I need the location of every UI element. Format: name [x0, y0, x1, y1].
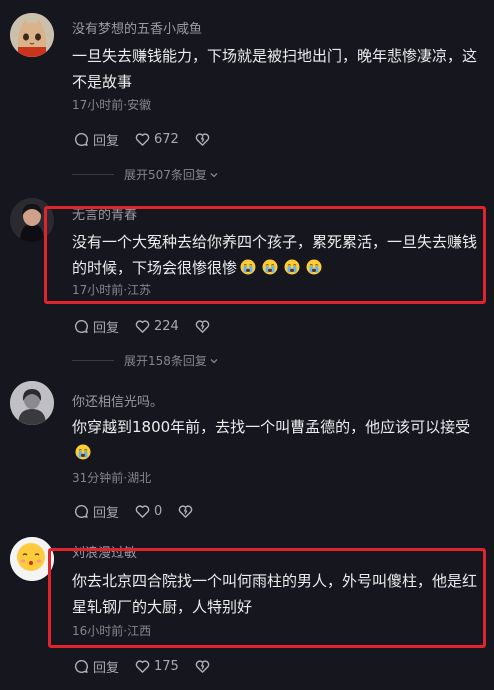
reply-label: 回复 [93, 321, 120, 336]
comment-text: 没有一个大冤种去给你养四个孩子，累死累活，一旦失去赚钱的时候，下场会很惨很惨 [72, 229, 482, 281]
person-avatar-icon [10, 381, 54, 425]
crying-face-icon [75, 444, 91, 460]
like-count: 672 [154, 132, 179, 147]
chevron-down-icon [209, 356, 219, 366]
reply-icon [74, 319, 89, 334]
avatar[interactable] [10, 381, 54, 425]
like-button[interactable]: 175 [135, 659, 179, 674]
reply-button[interactable]: 回复 [74, 657, 119, 676]
comment-actions: 回复 175 [74, 657, 230, 676]
like-count: 175 [154, 659, 179, 674]
dislike-button[interactable] [195, 319, 214, 334]
comment-text: 你去北京四合院找一个叫何雨柱的男人，外号叫傻柱，他是红星轧钢厂的大厨，人特别好 [72, 572, 478, 616]
comment-actions: 回复 672 [74, 130, 230, 149]
chevron-down-icon [209, 170, 219, 180]
comment-text-body: 你穿越到1800年前，去找一个叫曹孟德的，他应该可以接受 [72, 418, 471, 436]
divider-line [72, 360, 114, 361]
expand-replies-label: 展开507条回复 [124, 168, 207, 182]
reply-button[interactable]: 回复 [74, 502, 119, 521]
comment-actions: 回复 224 [74, 317, 230, 336]
reply-label: 回复 [93, 661, 120, 676]
expand-replies-label: 展开158条回复 [124, 354, 207, 368]
comment-item: 你还相信光吗。 你穿越到1800年前，去找一个叫曹孟德的，他应该可以接受 31分… [0, 376, 494, 526]
reply-icon [74, 132, 89, 147]
reply-icon [74, 659, 89, 674]
heart-icon [135, 659, 150, 674]
expand-replies-button[interactable]: 展开158条回复 [72, 352, 219, 369]
broken-heart-icon [195, 659, 210, 674]
heart-icon [135, 504, 150, 519]
dislike-button[interactable] [178, 504, 197, 519]
cat-avatar-icon [10, 13, 54, 57]
heart-icon [135, 132, 150, 147]
reply-label: 回复 [93, 506, 120, 521]
comment-text: 你穿越到1800年前，去找一个叫曹孟德的，他应该可以接受 [72, 414, 482, 466]
broken-heart-icon [178, 504, 193, 519]
like-button[interactable]: 0 [135, 504, 162, 519]
comment-time-location: 31分钟前·湖北 [72, 471, 152, 485]
like-button[interactable]: 672 [135, 132, 179, 147]
crying-face-icon [284, 259, 300, 275]
reply-label: 回复 [93, 134, 120, 149]
like-count: 0 [154, 504, 163, 519]
broken-heart-icon [195, 319, 210, 334]
comment-item: 刘浪漫过敏 你去北京四合院找一个叫何雨柱的男人，外号叫傻柱，他是红星轧钢厂的大厨… [0, 526, 494, 690]
comment-time-location: 17小时前·江苏 [72, 283, 152, 297]
comment-username[interactable]: 你还相信光吗。 [72, 391, 163, 410]
crying-face-icon [240, 259, 256, 275]
reply-button[interactable]: 回复 [74, 130, 119, 149]
crying-face-icon [262, 259, 278, 275]
crying-face-icon [306, 259, 322, 275]
comment-time-location: 17小时前·安徽 [72, 98, 152, 112]
comment-time-location: 16小时前·江西 [72, 624, 152, 638]
heart-icon [135, 319, 150, 334]
dislike-button[interactable] [195, 659, 214, 674]
comment-text: 一旦失去赚钱能力，下场就是被扫地出门，晚年悲惨凄凉，这不是故事 [72, 47, 478, 91]
dislike-button[interactable] [195, 132, 214, 147]
like-count: 224 [154, 319, 179, 334]
comment-username[interactable]: 没有梦想的五香小咸鱼 [72, 18, 202, 37]
comment-item: 没有梦想的五香小咸鱼 一旦失去赚钱能力，下场就是被扫地出门，晚年悲惨凄凉，这不是… [0, 0, 494, 190]
like-button[interactable]: 224 [135, 319, 179, 334]
reply-button[interactable]: 回复 [74, 317, 119, 336]
comment-item: 无言的青春 没有一个大冤种去给你养四个孩子，累死累活，一旦失去赚钱的时候，下场会… [0, 190, 494, 376]
expand-replies-button[interactable]: 展开507条回复 [72, 166, 219, 183]
avatar[interactable] [10, 13, 54, 57]
comment-actions: 回复 0 [74, 502, 213, 521]
divider-line [72, 174, 114, 175]
broken-heart-icon [195, 132, 210, 147]
reply-icon [74, 504, 89, 519]
